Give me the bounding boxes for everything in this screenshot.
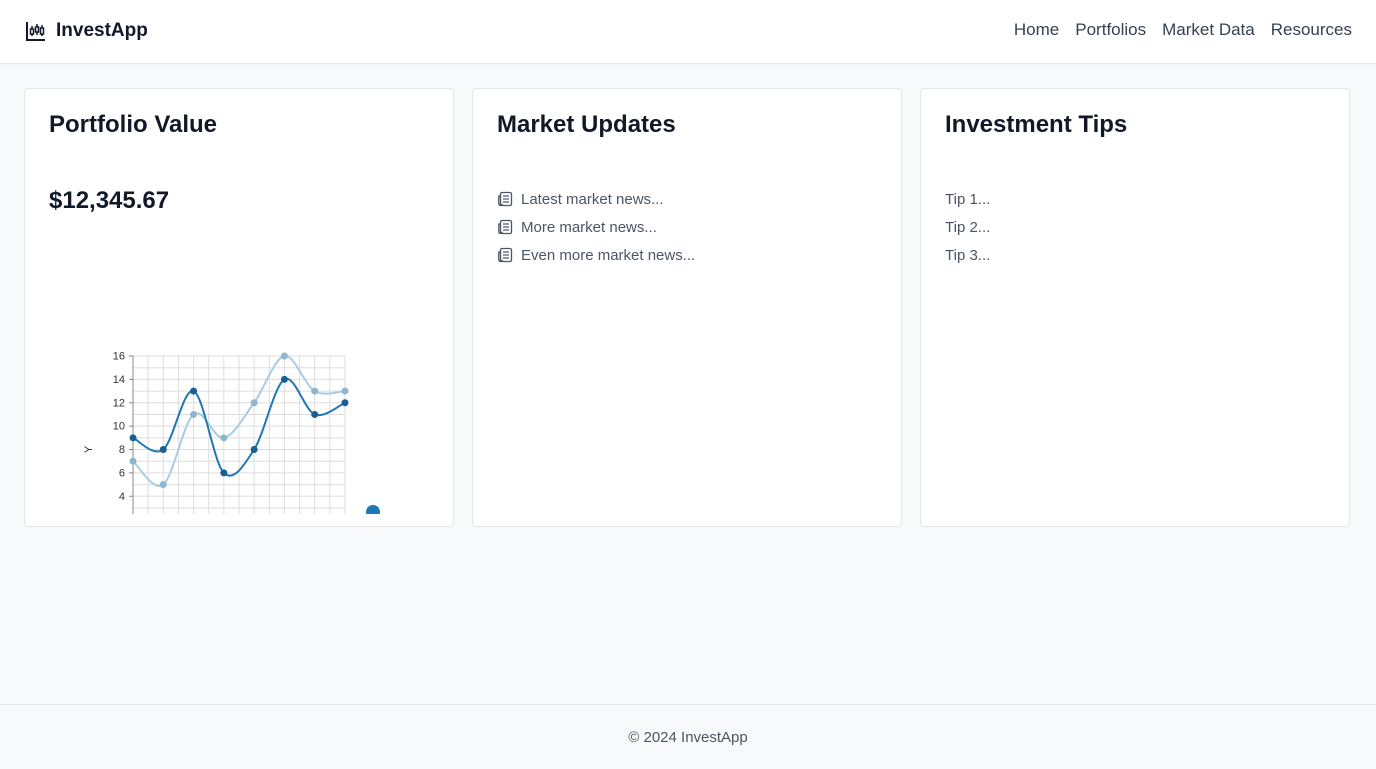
data-point-A: [341, 399, 349, 407]
brand[interactable]: InvestApp: [25, 20, 148, 42]
data-point-B: [190, 410, 198, 418]
news-item[interactable]: More market news...: [497, 213, 695, 241]
data-point-B: [311, 387, 319, 395]
top-navbar: InvestApp Home Portfolios Market Data Re…: [0, 0, 1376, 64]
y-tick-label: 16: [113, 351, 125, 363]
nav-link-market-data[interactable]: Market Data: [1162, 20, 1255, 40]
tip-item[interactable]: Tip 3...: [945, 241, 990, 269]
newspaper-icon: [497, 247, 513, 263]
card-title: Portfolio Value: [49, 111, 218, 138]
y-tick-label: 12: [113, 397, 125, 409]
y-tick-label: 10: [113, 421, 125, 433]
data-point-B: [341, 387, 349, 395]
news-list: Latest market news... More market news..…: [497, 185, 695, 269]
portfolio-chart: 0246810121416Jan 01Jan 02Jan 03Jan 04Jan…: [55, 254, 396, 596]
news-text: Even more market news...: [521, 246, 696, 264]
data-point-B: [250, 399, 258, 407]
card-title: Investment Tips: [945, 111, 1128, 138]
tip-item[interactable]: Tip 2...: [945, 213, 990, 241]
nav-link-home[interactable]: Home: [1014, 20, 1059, 40]
y-tick-label: 4: [119, 491, 125, 503]
news-item[interactable]: Even more market news...: [497, 241, 695, 269]
legend-swatch-A: [366, 505, 380, 519]
y-tick-label: 14: [113, 374, 125, 386]
data-point-B: [280, 352, 288, 360]
y-tick-label: 6: [119, 467, 125, 479]
market-updates-card: Market Updates Latest market news... Mor…: [472, 88, 902, 527]
news-item[interactable]: Latest market news...: [497, 185, 695, 213]
footer: © 2024 InvestApp: [0, 704, 1376, 769]
data-point-A: [190, 387, 198, 395]
copyright-text: © 2024 InvestApp: [628, 728, 748, 746]
portfolio-value-card: Portfolio Value $12,345.67 0246810121416…: [24, 88, 454, 596]
y-axis-label: Y: [83, 445, 95, 453]
portfolio-value: $12,345.67: [49, 187, 170, 214]
investment-tips-card: Investment Tips Tip 1... Tip 2... Tip 3.…: [920, 88, 1350, 527]
chart-candlestick-icon: [25, 20, 47, 42]
data-point-A: [280, 375, 288, 383]
data-point-A: [220, 469, 228, 477]
line-chart: 0246810121416Jan 01Jan 02Jan 03Jan 04Jan…: [83, 351, 396, 596]
nav-link-portfolios[interactable]: Portfolios: [1075, 20, 1146, 40]
data-point-A: [250, 446, 258, 453]
data-point-B: [220, 434, 228, 442]
main-nav: Home Portfolios Market Data Resources: [1014, 20, 1352, 40]
card-title: Market Updates: [497, 111, 676, 138]
newspaper-icon: [497, 219, 513, 235]
tips-list: Tip 1... Tip 2... Tip 3...: [945, 185, 990, 269]
y-tick-label: 8: [119, 444, 125, 456]
tip-item[interactable]: Tip 1...: [945, 185, 990, 213]
newspaper-icon: [497, 191, 513, 207]
news-text: Latest market news...: [521, 190, 664, 208]
data-point-A: [129, 434, 137, 442]
data-point-A: [159, 446, 167, 453]
data-point-B: [159, 481, 167, 489]
data-point-A: [311, 410, 319, 418]
news-text: More market news...: [521, 218, 657, 236]
brand-name: InvestApp: [56, 20, 148, 41]
nav-link-resources[interactable]: Resources: [1271, 20, 1352, 40]
data-point-B: [129, 457, 137, 465]
